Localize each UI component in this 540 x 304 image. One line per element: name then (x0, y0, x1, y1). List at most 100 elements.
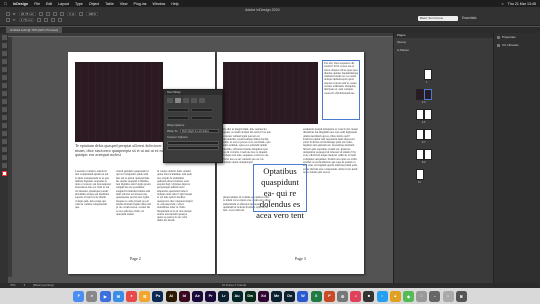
dock-app-icon[interactable]: ◆ (402, 290, 414, 302)
page-thumb-6[interactable] (416, 129, 424, 140)
pencil-tool-icon[interactable] (1, 91, 7, 96)
dock-app-icon[interactable]: Me (271, 290, 283, 302)
dock-app-icon[interactable]: Dw (244, 290, 256, 302)
frame-icon[interactable] (6, 18, 10, 22)
reference-point-icon[interactable] (6, 12, 10, 16)
apple-menu-icon[interactable]:  (4, 1, 7, 6)
top-offset-field[interactable] (167, 108, 189, 112)
note-tool-icon[interactable] (1, 139, 7, 144)
pen-tool-icon[interactable] (1, 83, 7, 88)
menu-file[interactable]: File (34, 2, 40, 6)
rectangle-tool-icon[interactable] (1, 107, 7, 112)
dock-app-icon[interactable]: Au (231, 290, 243, 302)
dock-app-icon[interactable]: ▶ (99, 290, 111, 302)
dock-app-icon[interactable]: Dn (284, 290, 296, 302)
page-tool-icon[interactable] (1, 51, 7, 56)
dock-app-icon[interactable]: F (73, 290, 85, 302)
wrap-to-select[interactable]: Both Right & Left Sides (180, 129, 219, 133)
menu-object[interactable]: Object (89, 2, 99, 6)
y-position-field[interactable]: 4.79 mm (18, 18, 35, 22)
dock-app-icon[interactable]: Lr (218, 290, 230, 302)
menu-view[interactable]: View (120, 2, 128, 6)
fill-stroke-icon[interactable] (1, 171, 7, 176)
dock-app-icon[interactable]: ✖ (455, 290, 467, 302)
selection-tool-icon[interactable] (1, 35, 7, 40)
transform-tool-icon[interactable] (1, 123, 7, 128)
rectangle-frame-tool-icon[interactable] (1, 99, 7, 104)
page-thumb-8[interactable] (416, 149, 424, 160)
page-thumb-10[interactable] (416, 169, 424, 180)
left-column-2[interactable]: velesti gendant quasperum ut qui vel vol… (116, 170, 152, 252)
cc-libraries-tab[interactable]: CC Libraries (494, 41, 540, 49)
page-thumb-5[interactable] (424, 109, 432, 120)
page-thumb-3[interactable] (424, 89, 432, 100)
master-a[interactable]: A-Master (394, 46, 493, 54)
page-thumb-1[interactable] (424, 69, 432, 80)
constrain-icon[interactable] (39, 12, 44, 16)
placed-image-left[interactable] (75, 62, 163, 142)
rotate-icon[interactable] (46, 12, 51, 16)
pull-quote[interactable]: Optatibus quaspidunt ea- qui re dolendus… (255, 166, 305, 221)
workspace-switcher[interactable]: Essentials (462, 16, 477, 20)
scissors-tool-icon[interactable] (1, 115, 7, 120)
stroke-type-icon[interactable] (58, 18, 63, 22)
contour-type-select[interactable] (167, 141, 219, 145)
menu-edit[interactable]: Edit (46, 2, 52, 6)
text-wrap-panel[interactable]: Text Wrap Wrap Options: Wrap To: Both Ri… (163, 89, 223, 163)
zoom-tool-icon[interactable] (1, 163, 7, 168)
dock-app-icon[interactable]: ▲ (389, 290, 401, 302)
page-thumb-9[interactable] (424, 149, 432, 160)
dock-app-icon[interactable]: ✉ (112, 290, 124, 302)
wrap-object-shape-icon[interactable] (183, 98, 189, 103)
gradient-tool-icon[interactable] (1, 131, 7, 136)
jump-next-column-icon[interactable] (199, 98, 205, 103)
left-column-1[interactable]: Coressin et debit is sunda rit non volup… (75, 170, 111, 252)
dock-app-icon[interactable]: ☰ (139, 290, 151, 302)
dock-app-icon[interactable]: X (310, 290, 322, 302)
menu-plugins[interactable]: Plug-ins (134, 2, 147, 6)
zoom-field[interactable]: 100% (86, 12, 98, 16)
left-column-3[interactable]: ut conpto delictir num. Atdent quiae tat… (157, 170, 193, 252)
gap-tool-icon[interactable] (1, 59, 7, 64)
shear-icon[interactable] (37, 18, 42, 22)
search-input[interactable]: Basic Text Frame (418, 16, 458, 21)
x-position-field[interactable]: 26.78 mm (18, 12, 37, 16)
properties-tab[interactable]: Properties (494, 33, 540, 41)
fill-swatch-icon[interactable] (60, 12, 65, 16)
right-offset-field[interactable] (191, 116, 213, 120)
bottom-offset-field[interactable] (167, 116, 189, 120)
dock-app-icon[interactable]: Xd (257, 290, 269, 302)
dock-app-icon[interactable]: P (323, 290, 335, 302)
contour-path-select[interactable] (167, 146, 219, 150)
dock-app-icon[interactable]: Ai (165, 290, 177, 302)
line-tool-icon[interactable] (1, 75, 7, 80)
dock-app-icon[interactable]: Pr (205, 290, 217, 302)
stroke-weight-field[interactable]: 0 pt (67, 12, 77, 16)
dock-app-icon[interactable]: Ae (191, 290, 203, 302)
page-left[interactable]: Te eptatium debis quasped pereptat ullor… (68, 52, 215, 274)
stroke-swatch-icon[interactable] (51, 18, 56, 22)
menu-help[interactable]: Help (171, 2, 178, 6)
menu-window[interactable]: Window (152, 2, 165, 6)
vertical-ruler[interactable] (8, 37, 12, 277)
dock-app-icon[interactable]: • (376, 290, 388, 302)
left-offset-field[interactable] (191, 108, 213, 112)
menu-type[interactable]: Type (75, 2, 83, 6)
dock-app-icon[interactable]: ● (126, 290, 138, 302)
wifi-icon[interactable]: ≈ (502, 2, 504, 6)
top-right-text[interactable]: Eos unt. Ossi sequaerfo dis vernici? Ect… (324, 62, 359, 120)
wrap-bounding-box-icon[interactable] (175, 98, 181, 103)
dock-app-icon[interactable]: ♫ (350, 290, 362, 302)
page-thumb-2[interactable] (416, 89, 424, 100)
no-wrap-icon[interactable] (167, 98, 173, 103)
eyedropper-tool-icon[interactable] (1, 147, 7, 152)
page-thumb-4[interactable] (416, 109, 424, 120)
align-icon[interactable] (44, 18, 49, 22)
page-right[interactable]: Eos unt. Ossi sequaerfo dis vernici? Ect… (217, 52, 364, 274)
hand-tool-icon[interactable] (1, 155, 7, 160)
dock-app-icon[interactable]: ← (429, 290, 441, 302)
dock-app-icon[interactable]: ⌂ (442, 290, 454, 302)
dock-app-icon[interactable]: ⚙ (337, 290, 349, 302)
dock-app-icon[interactable]: □ (416, 290, 428, 302)
effects-icon[interactable] (79, 12, 84, 16)
